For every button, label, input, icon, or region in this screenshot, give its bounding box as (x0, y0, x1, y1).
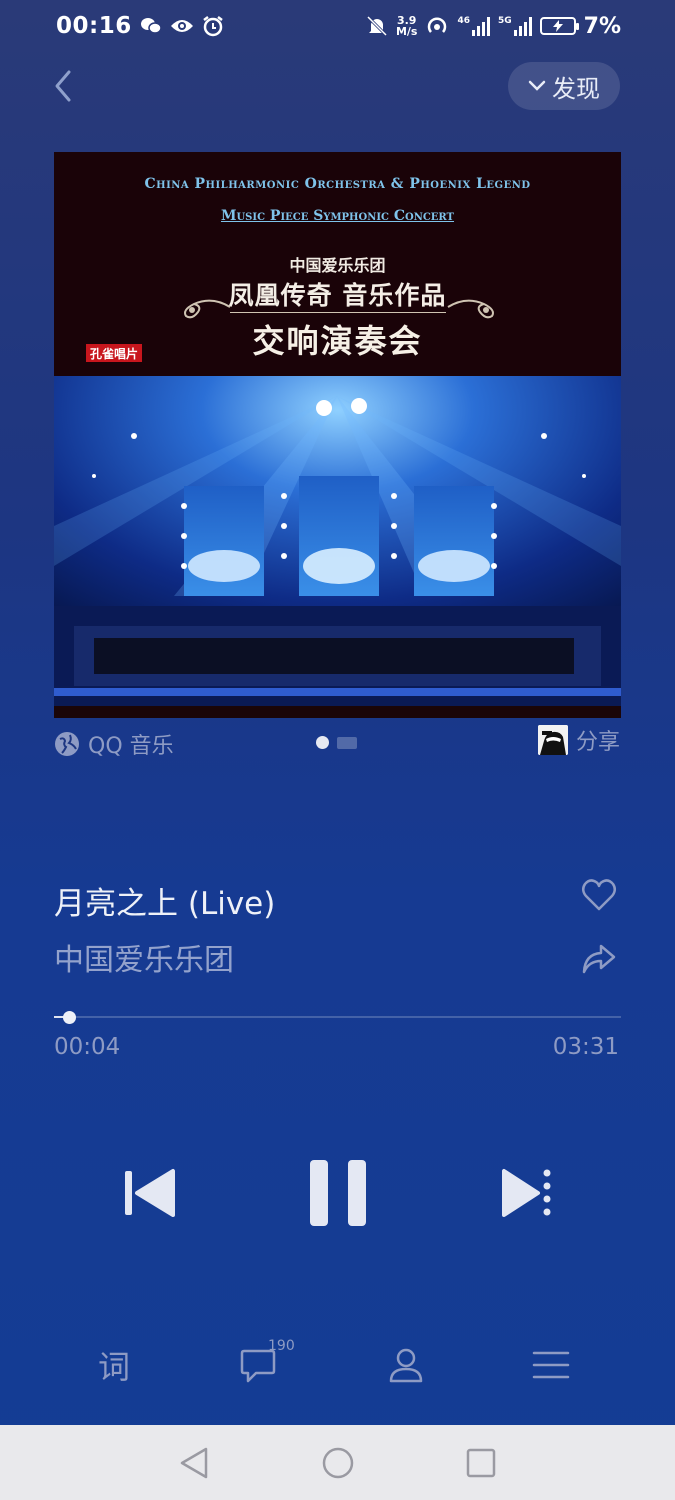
discover-label: 发现 (552, 74, 600, 103)
battery-icon (539, 17, 579, 35)
like-button[interactable] (581, 878, 617, 914)
signal-icon-2: 5G (498, 16, 532, 36)
album-cover-title-area: China Philharmonic Orchestra & Phoenix L… (54, 152, 621, 376)
signal-icon-1: 46 (457, 16, 490, 36)
singer-button[interactable] (376, 1335, 436, 1395)
skip-previous-icon (125, 1169, 175, 1217)
status-time: 00:16 (56, 13, 132, 39)
share-label: 分享 (575, 730, 620, 755)
menu-icon (532, 1351, 570, 1379)
source-qq-music[interactable]: QQ 音乐 (54, 728, 174, 760)
skip-next-icon (502, 1169, 551, 1217)
nav-recents-button[interactable] (461, 1445, 501, 1481)
progress-track (54, 1016, 621, 1018)
system-nav-bar (0, 1425, 675, 1500)
record-label-logo: 孔雀唱片 (86, 344, 143, 362)
nav-back-button[interactable] (174, 1445, 214, 1481)
page-dot (337, 736, 357, 749)
eye-icon (170, 17, 194, 35)
song-title: 月亮之上 (Live) (54, 886, 276, 922)
pause-button[interactable] (300, 1158, 375, 1228)
signal-1-label: 46 (457, 16, 470, 26)
status-right: 3.9 M/s 46 5G 7% (366, 14, 621, 39)
discover-button[interactable]: 发现 (508, 62, 620, 110)
current-time: 00:04 (54, 1034, 121, 1060)
heart-icon (582, 879, 616, 911)
mute-bell-icon (366, 15, 388, 37)
next-button[interactable] (496, 1158, 556, 1228)
circle-home-icon (322, 1447, 354, 1479)
song-artist[interactable]: 中国爱乐乐团 (54, 935, 234, 979)
alarm-icon (202, 15, 224, 37)
page-indicator (316, 736, 357, 749)
pause-icon (309, 1160, 366, 1226)
back-button[interactable] (50, 68, 80, 104)
lyrics-button[interactable]: 词 (84, 1335, 144, 1395)
album-title-cn-2: 凤凰传奇 音乐作品 (228, 281, 447, 310)
album-title-cn-1: 中国爱乐乐团 (289, 256, 386, 275)
share-link[interactable]: 分享 (537, 724, 620, 756)
player-bottom-bar: 词 (0, 1335, 675, 1399)
previous-button[interactable] (118, 1158, 180, 1228)
globe-icon (55, 732, 79, 756)
share-arrow-icon (582, 944, 616, 974)
source-label: QQ 音乐 (88, 734, 174, 759)
share-song-button[interactable] (581, 942, 617, 978)
net-speed: 3.9 M/s (396, 15, 418, 37)
battery-percent: 7% (583, 13, 621, 39)
playlist-menu-button[interactable] (521, 1335, 581, 1395)
nav-home-button[interactable] (318, 1445, 358, 1481)
concert-stage-image (54, 376, 621, 718)
chevron-down-icon (528, 80, 546, 91)
person-icon (389, 1348, 423, 1383)
wechat-icon (140, 16, 162, 36)
page-dot-active (316, 736, 329, 749)
avatar (537, 725, 568, 755)
triangle-back-icon (180, 1447, 208, 1479)
progress-thumb[interactable] (62, 1011, 76, 1024)
album-title-en-2: Music Piece Symphonic Concert (220, 208, 455, 224)
comment-count-badge: 190 (268, 1338, 295, 1354)
square-recents-icon (466, 1448, 496, 1478)
progress-slider[interactable] (54, 1010, 621, 1024)
net-speed-unit: M/s (395, 25, 418, 38)
hotspot-icon (425, 15, 449, 37)
album-cover[interactable]: China Philharmonic Orchestra & Phoenix L… (54, 152, 621, 718)
album-title-en-1: China Philharmonic Orchestra & Phoenix L… (144, 176, 531, 192)
lyrics-label: 词 (97, 1348, 130, 1386)
album-divider (230, 312, 446, 313)
chevron-left-icon (55, 70, 71, 102)
signal-2-label: 5G (497, 16, 512, 26)
status-left: 00:16 (56, 13, 224, 39)
status-bar: 00:16 3.9 M/s 46 5G 7% (0, 0, 675, 52)
total-time: 03:31 (552, 1034, 619, 1060)
